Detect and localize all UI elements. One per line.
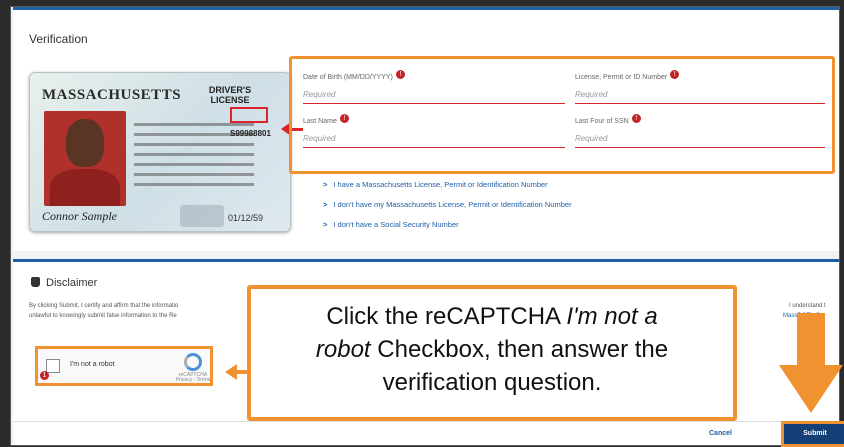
link-have-license[interactable]: > I have a Massachusetts License, Permit … xyxy=(323,180,548,189)
license-card-image: MASSACHUSETTS DRIVER'S LICENSE S99988801… xyxy=(29,72,291,232)
link-no-ssn[interactable]: > I don't have a Social Security Number xyxy=(323,220,459,229)
card-signature: Connor Sample xyxy=(42,209,117,223)
last-name-label: Last Name xyxy=(303,118,337,125)
last-name-field[interactable]: Last Name! Required xyxy=(303,114,565,148)
recaptcha-brand: reCAPTCHA Privacy - Terms xyxy=(175,372,211,383)
verification-panel: Verification MASSACHUSETTS DRIVER'S LICE… xyxy=(13,7,839,251)
license-number-field[interactable]: License, Permit or ID Number! Required xyxy=(575,70,825,104)
required-icon: ! xyxy=(339,114,349,123)
ssn-label: Last Four of SSN xyxy=(575,118,629,125)
recaptcha-label: I'm not a robot xyxy=(70,361,115,368)
card-date: 01/12/59 xyxy=(228,213,264,223)
dob-input[interactable]: Required xyxy=(303,86,565,104)
cancel-button[interactable]: Cancel xyxy=(709,430,732,437)
submit-button[interactable]: Submit xyxy=(781,421,844,447)
license-number-label: License, Permit or ID Number xyxy=(575,74,668,81)
hand-icon xyxy=(31,277,40,287)
step-marker: 1 xyxy=(40,371,49,380)
card-number: S99988801 xyxy=(230,129,271,138)
dob-label: Date of Birth (MM/DD/YYYY) xyxy=(303,74,393,81)
last-name-input[interactable]: Required xyxy=(303,130,565,148)
chevron-right-icon: > xyxy=(323,180,328,189)
card-photo xyxy=(44,111,126,206)
disclaimer-text-1: By clicking Submit, I certify and affirm… xyxy=(29,303,179,309)
instruction-callout: Click the reCAPTCHA I'm not a robot Chec… xyxy=(247,285,737,421)
disclaimer-text-3: I understand t xyxy=(789,303,826,309)
recaptcha-checkbox[interactable] xyxy=(46,359,60,373)
card-ghost-photo xyxy=(180,205,224,227)
disclaimer-heading: Disclaimer xyxy=(31,277,97,289)
card-state: MASSACHUSETTS xyxy=(42,87,182,103)
card-type: DRIVER'S LICENSE xyxy=(208,85,252,105)
disclaimer-text-2: unlawful to knowingly submit false infor… xyxy=(29,313,177,319)
callout-pointer-arrow xyxy=(225,364,237,380)
required-icon: ! xyxy=(395,70,405,79)
ssn-input[interactable]: Required xyxy=(575,130,825,148)
ssn-field[interactable]: Last Four of SSN! Required xyxy=(575,114,825,148)
down-arrow-icon xyxy=(779,313,843,413)
card-number-highlight xyxy=(230,107,268,123)
disclaimer-title: Disclaimer xyxy=(46,277,98,289)
recaptcha-widget[interactable]: 1 I'm not a robot reCAPTCHA Privacy - Ter… xyxy=(35,346,213,386)
chevron-right-icon: > xyxy=(323,200,328,209)
app-frame: Verification MASSACHUSETTS DRIVER'S LICE… xyxy=(10,6,844,447)
chevron-right-icon: > xyxy=(323,220,328,229)
recaptcha-logo-icon xyxy=(184,353,202,371)
license-number-input[interactable]: Required xyxy=(575,86,825,104)
required-icon: ! xyxy=(670,70,680,79)
required-icon: ! xyxy=(631,114,641,123)
verification-title: Verification xyxy=(29,32,88,46)
link-no-license[interactable]: > I don't have my Massachusetts License, … xyxy=(323,200,572,209)
dob-field[interactable]: Date of Birth (MM/DD/YYYY)! Required xyxy=(303,70,565,104)
